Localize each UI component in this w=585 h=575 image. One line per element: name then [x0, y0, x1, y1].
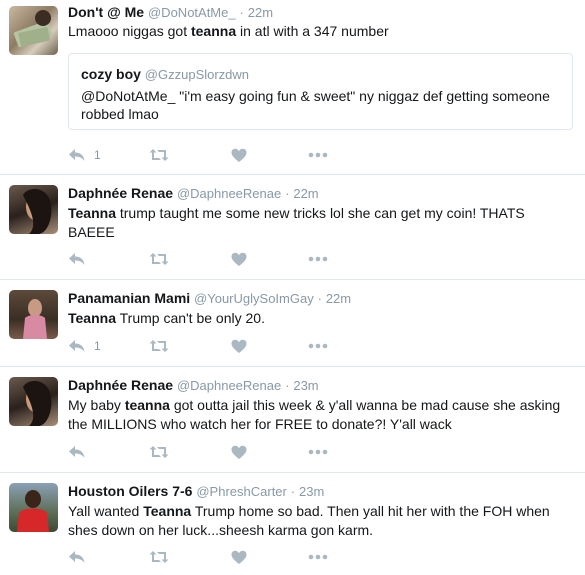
- tweet[interactable]: Panamanian Mami @YourUglySoImGay · 22m T…: [0, 280, 585, 367]
- retweet-button[interactable]: [149, 336, 169, 356]
- author-name[interactable]: Panamanian Mami: [68, 290, 190, 306]
- tweet-header: Houston Oilers 7-6 @PhreshCarter · 23m: [68, 483, 324, 499]
- reply-button[interactable]: 1: [68, 145, 101, 165]
- reply-button[interactable]: [68, 249, 94, 269]
- avatar[interactable]: [9, 6, 58, 55]
- text-segment: in atl with a 347 number: [236, 23, 389, 39]
- like-button[interactable]: [231, 547, 247, 567]
- quoted-author-name: cozy boy: [81, 66, 141, 82]
- quoted-tweet-header: cozy boy @GzzupSlorzdwn: [81, 66, 249, 82]
- more-dots-icon: [308, 343, 328, 349]
- author-handle[interactable]: @YourUglySoImGay: [194, 291, 314, 306]
- text-segment: My baby: [68, 397, 125, 413]
- quoted-author-handle: @GzzupSlorzdwn: [144, 67, 250, 82]
- tweet-timeline: Don't @ Me @DoNotAtMe_ · 22m Lmaooo nigg…: [0, 0, 585, 575]
- more-dots-icon: [308, 554, 328, 560]
- like-button[interactable]: [231, 249, 247, 269]
- retweet-icon: [149, 340, 169, 352]
- more-dots-icon: [308, 152, 328, 158]
- retweet-button[interactable]: [149, 145, 169, 165]
- heart-icon: [231, 445, 247, 459]
- author-handle[interactable]: @DaphneeRenae: [177, 378, 281, 393]
- author-handle[interactable]: @PhreshCarter: [196, 484, 287, 499]
- reply-icon: [69, 446, 85, 458]
- author-name[interactable]: Daphnée Renae: [68, 377, 173, 393]
- separator-dot: ·: [317, 291, 322, 306]
- heart-icon: [231, 550, 247, 564]
- text-segment: trump taught me some new tricks lol she …: [68, 205, 525, 240]
- author-handle[interactable]: @DaphneeRenae: [177, 186, 281, 201]
- text-segment: Trump can't be only 20.: [115, 310, 265, 326]
- timestamp[interactable]: 22m: [326, 291, 351, 306]
- avatar[interactable]: [9, 377, 58, 426]
- tweet[interactable]: Houston Oilers 7-6 @PhreshCarter · 23m Y…: [0, 473, 585, 575]
- retweet-icon: [149, 446, 169, 458]
- highlighted-term: teanna: [190, 23, 237, 39]
- tweet-header: Panamanian Mami @YourUglySoImGay · 22m: [68, 290, 351, 306]
- tweet-text: Lmaooo niggas got teanna in atl with a 3…: [68, 22, 573, 41]
- heart-icon: [231, 339, 247, 353]
- tweet-text: Yall wanted Teanna Trump home so bad. Th…: [68, 502, 573, 540]
- timestamp[interactable]: 23m: [293, 378, 318, 393]
- separator-dot: ·: [239, 5, 244, 20]
- reply-icon: [69, 253, 85, 265]
- reply-icon: [69, 149, 85, 161]
- separator-dot: ·: [285, 378, 290, 393]
- like-button[interactable]: [231, 145, 247, 165]
- tweet[interactable]: Don't @ Me @DoNotAtMe_ · 22m Lmaooo nigg…: [0, 0, 585, 175]
- tweet[interactable]: Daphnée Renae @DaphneeRenae · 22m Teanna…: [0, 175, 585, 280]
- text-segment: Yall wanted: [68, 503, 144, 519]
- retweet-button[interactable]: [149, 442, 169, 462]
- reply-count: 1: [94, 339, 101, 353]
- tweet-text: Teanna trump taught me some new tricks l…: [68, 204, 573, 242]
- reply-button[interactable]: 1: [68, 336, 101, 356]
- author-name[interactable]: Houston Oilers 7-6: [68, 483, 192, 499]
- reply-button[interactable]: [68, 442, 94, 462]
- author-name[interactable]: Daphnée Renae: [68, 185, 173, 201]
- text-segment: Lmaooo niggas got: [68, 23, 191, 39]
- like-button[interactable]: [231, 336, 247, 356]
- separator-dot: ·: [290, 484, 296, 499]
- avatar[interactable]: [9, 185, 58, 234]
- retweet-icon: [149, 551, 169, 563]
- tweet-header: Daphnée Renae @DaphneeRenae · 23m: [68, 377, 319, 393]
- highlighted-term: Teanna: [143, 503, 192, 519]
- reply-button[interactable]: [68, 547, 94, 567]
- author-handle[interactable]: @DoNotAtMe_: [148, 5, 236, 20]
- more-button[interactable]: [308, 336, 328, 356]
- highlighted-term: teanna: [124, 397, 170, 413]
- reply-count: 1: [94, 148, 101, 162]
- retweet-button[interactable]: [149, 249, 169, 269]
- timestamp[interactable]: 22m: [248, 5, 273, 20]
- separator-dot: ·: [285, 186, 290, 201]
- more-button[interactable]: [308, 547, 328, 567]
- like-button[interactable]: [231, 442, 247, 462]
- retweet-button[interactable]: [149, 547, 169, 567]
- author-name[interactable]: Don't @ Me: [68, 4, 144, 20]
- reply-icon: [69, 340, 85, 352]
- tweet-text: My baby teanna got outta jail this week …: [68, 396, 573, 434]
- avatar[interactable]: [9, 483, 58, 532]
- tweet[interactable]: Daphnée Renae @DaphneeRenae · 23m My bab…: [0, 367, 585, 473]
- tweet-header: Don't @ Me @DoNotAtMe_ · 22m: [68, 4, 273, 20]
- highlighted-term: Teanna: [68, 205, 116, 221]
- tweet-text: Teanna Trump can't be only 20.: [68, 309, 573, 328]
- tweet-header: Daphnée Renae @DaphneeRenae · 22m: [68, 185, 319, 201]
- quoted-tweet[interactable]: cozy boy @GzzupSlorzdwn @DoNotAtMe_ "i'm…: [68, 53, 573, 130]
- retweet-icon: [149, 253, 169, 265]
- highlighted-term: Teanna: [68, 310, 116, 326]
- avatar[interactable]: [9, 290, 58, 339]
- more-button[interactable]: [308, 145, 328, 165]
- more-button[interactable]: [308, 442, 328, 462]
- more-button[interactable]: [308, 249, 328, 269]
- timestamp[interactable]: 22m: [293, 186, 318, 201]
- more-dots-icon: [308, 256, 328, 262]
- quoted-tweet-text: @DoNotAtMe_ "i'm easy going fun & sweet"…: [81, 88, 550, 122]
- retweet-icon: [149, 149, 169, 161]
- heart-icon: [231, 252, 247, 266]
- timestamp[interactable]: 23m: [299, 484, 324, 499]
- reply-icon: [69, 551, 85, 563]
- more-dots-icon: [308, 449, 328, 455]
- heart-icon: [231, 148, 247, 162]
